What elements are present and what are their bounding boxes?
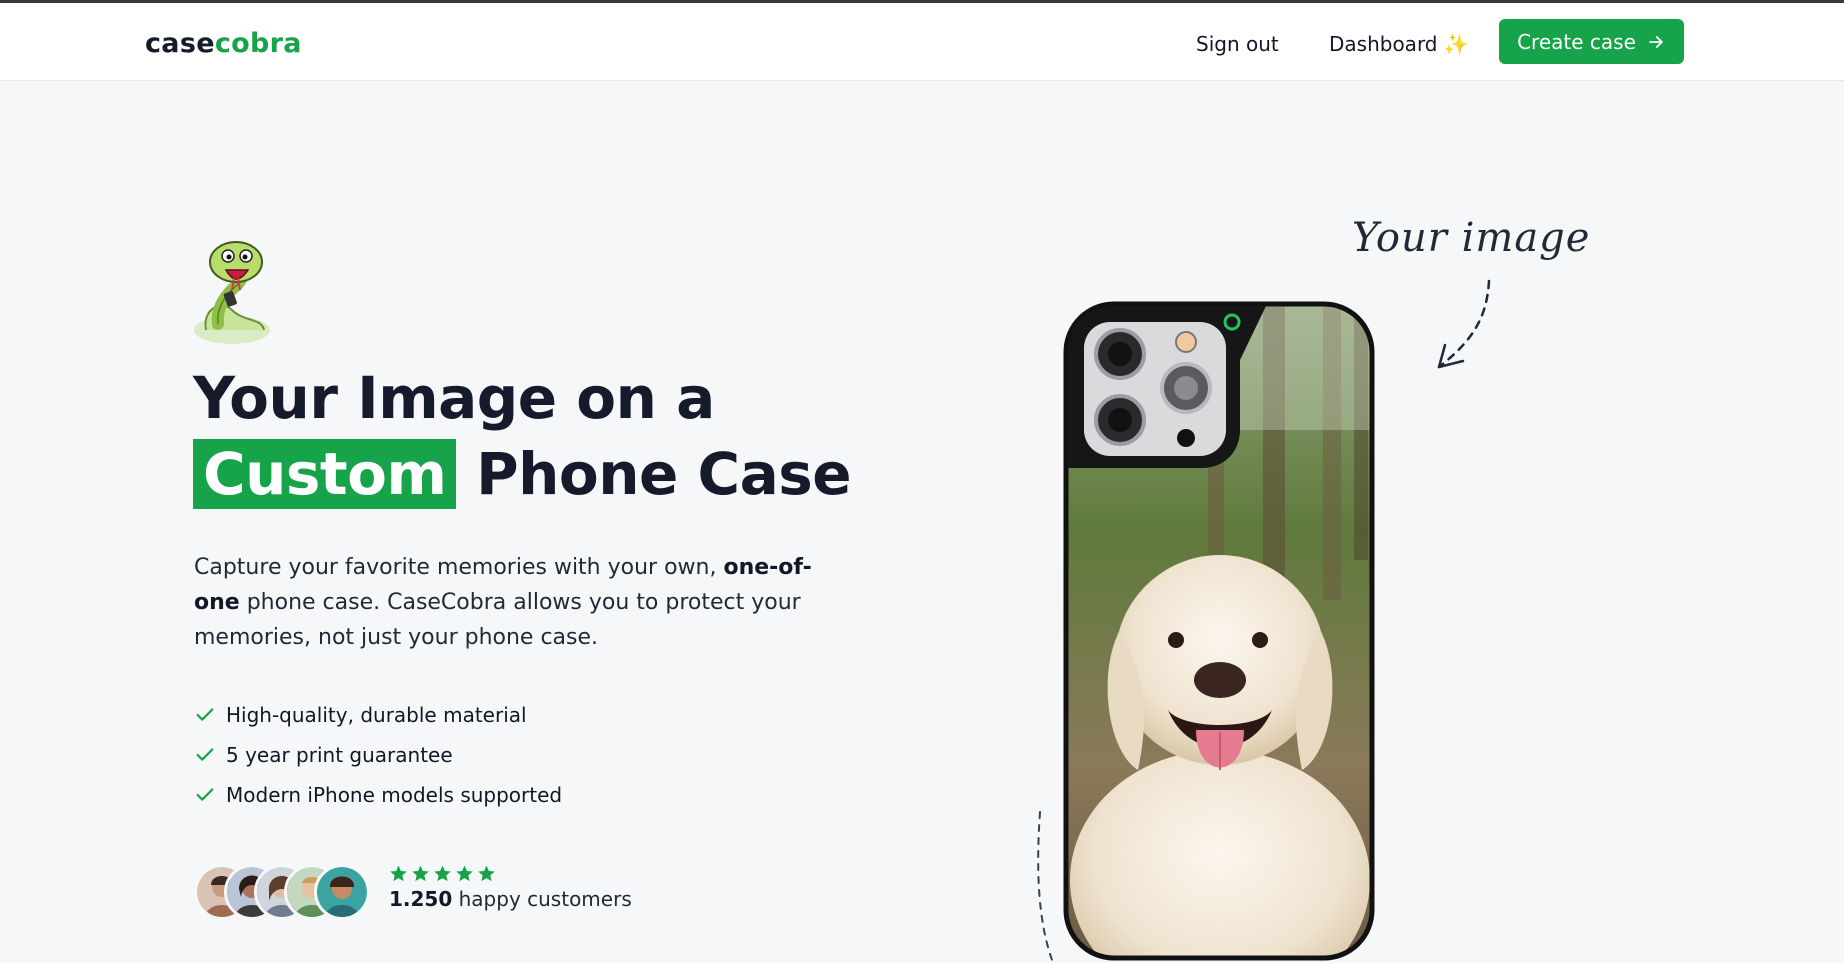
snake-mascot-icon [194,241,270,344]
dashed-arrow-icon [1437,279,1491,369]
dashboard-label: Dashboard [1329,32,1438,56]
sign-out-link[interactable]: Sign out [1196,32,1279,56]
navbar: casecobra Sign out Dashboard ✨ Create cas… [0,3,1844,81]
logo-text-case: case [145,28,215,59]
hero-description: Capture your favorite memories with your… [194,550,834,655]
feature-text: High-quality, durable material [226,703,527,727]
customer-avatars [194,864,374,920]
phone-case-preview [1063,301,1375,961]
customer-count-number: 1.250 [389,887,453,911]
description-part1: Capture your favorite memories with your… [194,555,724,580]
customer-rating: 1.250 happy customers [389,864,632,911]
headline-highlight: Custom [193,439,457,509]
check-icon [196,748,214,761]
feature-item: Modern iPhone models supported [194,775,562,815]
dashed-line-decoration [1037,811,1053,961]
customer-count-label: happy customers [452,887,632,911]
check-icon [196,708,214,721]
star-icon [478,865,495,882]
star-icon [456,865,473,882]
star-icon [390,865,407,882]
check-icon [196,788,214,801]
customer-count: 1.250 happy customers [389,887,632,911]
headline-line1: Your Image on a [193,364,715,432]
five-star-rating [389,864,632,883]
create-case-button[interactable]: Create case [1499,19,1684,64]
dashboard-link[interactable]: Dashboard ✨ [1329,32,1468,56]
logo-text-cobra: cobra [214,28,302,59]
feature-item: 5 year print guarantee [194,735,562,775]
star-icon [412,865,429,882]
headline-line2: Phone Case [476,440,852,508]
feature-text: 5 year print guarantee [226,743,453,767]
feature-text: Modern iPhone models supported [226,783,563,807]
your-image-annotation: Your image [1352,215,1591,261]
description-part2: phone case. CaseCobra allows you to prot… [194,590,801,650]
feature-list: High-quality, durable material 5 year pr… [194,695,562,815]
hero-headline: Your Image on a Custom Phone Case [193,360,913,512]
feature-item: High-quality, durable material [194,695,562,735]
star-icon [434,865,451,882]
arrow-right-icon [1649,35,1663,48]
logo[interactable]: casecobra [145,28,302,59]
avatar [314,864,370,920]
create-case-label: Create case [1517,29,1636,54]
sparkles-icon: ✨ [1443,32,1469,56]
